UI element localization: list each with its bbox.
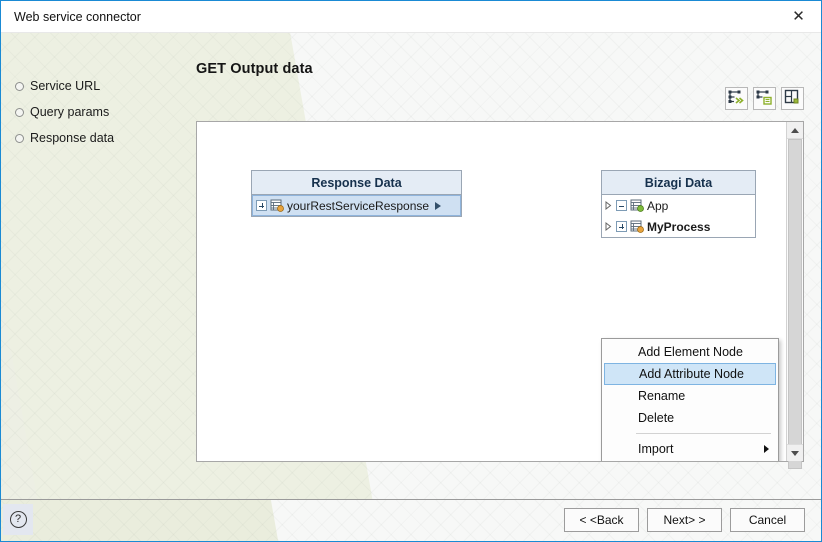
node-connector-arrow-icon[interactable] xyxy=(605,201,612,210)
menu-separator xyxy=(636,433,771,434)
tree-node-myprocess[interactable]: MyProcess xyxy=(602,216,755,237)
sidebar-item-response-data[interactable]: Response data xyxy=(15,125,180,151)
sidebar-item-label: Service URL xyxy=(30,79,101,93)
menu-item-add-element-node[interactable]: Add Element Node xyxy=(602,341,778,363)
cancel-button[interactable]: Cancel xyxy=(730,508,805,532)
response-data-rows: yourRestServiceResponse xyxy=(251,195,462,217)
dialog-body: Service URL Query params Response data G… xyxy=(1,33,821,499)
sidebar-item-label: Response data xyxy=(30,131,115,145)
bizagi-data-rows: App MyProcess xyxy=(601,195,756,238)
scroll-up-button[interactable] xyxy=(787,122,803,139)
footer-button-row: < <Back Next> > Cancel xyxy=(564,508,805,532)
menu-item-label: Delete xyxy=(638,411,675,425)
process-icon xyxy=(630,220,644,233)
menu-item-label: Rename xyxy=(638,389,686,403)
step-bullet-icon xyxy=(15,81,24,91)
wizard-steps: Service URL Query params Response data xyxy=(15,73,180,151)
expand-plus-icon[interactable] xyxy=(256,200,267,211)
canvas-surface[interactable]: Response Data yourRestServiceResponse Bi… xyxy=(197,122,786,461)
page-title: GET Output data xyxy=(196,61,313,77)
web-service-connector-window: Web service connector ✕ Service URL Quer… xyxy=(0,0,822,542)
tree-node-label: App xyxy=(647,198,669,213)
next-button[interactable]: Next> > xyxy=(647,508,722,532)
mapping-canvas: Response Data yourRestServiceResponse Bi… xyxy=(196,121,804,469)
content-area: Service URL Query params Response data G… xyxy=(1,33,821,499)
tree-node-label: MyProcess xyxy=(647,219,711,234)
scrollbar-track[interactable] xyxy=(787,139,803,469)
application-icon xyxy=(630,199,644,212)
chevron-down-icon xyxy=(791,450,799,456)
menu-item-rename[interactable]: Rename xyxy=(602,385,778,407)
dialog-footer: ? < <Back Next> > Cancel xyxy=(1,499,821,541)
map-properties-button[interactable] xyxy=(753,87,776,110)
expand-layout-icon xyxy=(784,89,801,108)
bizagi-data-panel: Bizagi Data App MyProcess xyxy=(601,170,756,238)
expand-layout-button[interactable] xyxy=(781,87,804,110)
chevron-up-icon xyxy=(791,127,799,133)
xml-schema-icon xyxy=(270,199,284,212)
close-icon[interactable]: ✕ xyxy=(776,1,821,31)
auto-map-button[interactable] xyxy=(725,87,748,110)
main-pane: GET Output data Response Data yourRestSe… xyxy=(194,33,821,499)
title-bar: Web service connector ✕ xyxy=(1,1,821,33)
tree-node-app[interactable]: App xyxy=(602,195,755,216)
menu-item-label: Add Attribute Node xyxy=(639,367,744,381)
response-data-panel: Response Data yourRestServiceResponse xyxy=(251,170,462,217)
menu-item-export[interactable]: Export xyxy=(602,460,778,461)
bizagi-data-header: Bizagi Data xyxy=(601,170,756,195)
panel-toolbar xyxy=(196,85,804,119)
submenu-arrow-icon xyxy=(764,445,769,453)
menu-item-label: Add Element Node xyxy=(638,345,743,359)
expand-plus-icon[interactable] xyxy=(616,221,627,232)
tree-node-yourrestserviceresponse[interactable]: yourRestServiceResponse xyxy=(252,195,461,216)
sidebar-item-query-params[interactable]: Query params xyxy=(15,99,180,125)
sidebar-item-label: Query params xyxy=(30,105,110,119)
response-data-header: Response Data xyxy=(251,170,462,195)
node-connector-arrow-icon[interactable] xyxy=(435,201,448,210)
context-menu: Add Element Node Add Attribute Node Rena… xyxy=(601,338,779,461)
collapse-minus-icon[interactable] xyxy=(616,200,627,211)
step-bullet-icon xyxy=(15,133,24,143)
canvas-vertical-scrollbar[interactable] xyxy=(786,122,803,469)
menu-item-import[interactable]: Import xyxy=(602,438,778,460)
menu-item-label: Import xyxy=(638,442,674,456)
window-title: Web service connector xyxy=(14,9,141,24)
back-button[interactable]: < <Back xyxy=(564,508,639,532)
node-connector-arrow-icon[interactable] xyxy=(605,222,612,231)
step-bullet-icon xyxy=(15,107,24,117)
menu-item-delete[interactable]: Delete xyxy=(602,407,778,429)
map-properties-icon xyxy=(756,89,773,108)
scrollbar-thumb[interactable] xyxy=(788,139,802,469)
tree-node-label: yourRestServiceResponse xyxy=(287,198,430,213)
auto-map-icon xyxy=(728,89,745,108)
help-button[interactable]: ? xyxy=(3,504,33,535)
sidebar-item-service-url[interactable]: Service URL xyxy=(15,73,180,99)
scroll-down-button[interactable] xyxy=(787,444,803,461)
menu-item-add-attribute-node[interactable]: Add Attribute Node xyxy=(604,363,776,385)
toolbar-buttons xyxy=(725,87,804,110)
help-icon: ? xyxy=(9,511,27,528)
